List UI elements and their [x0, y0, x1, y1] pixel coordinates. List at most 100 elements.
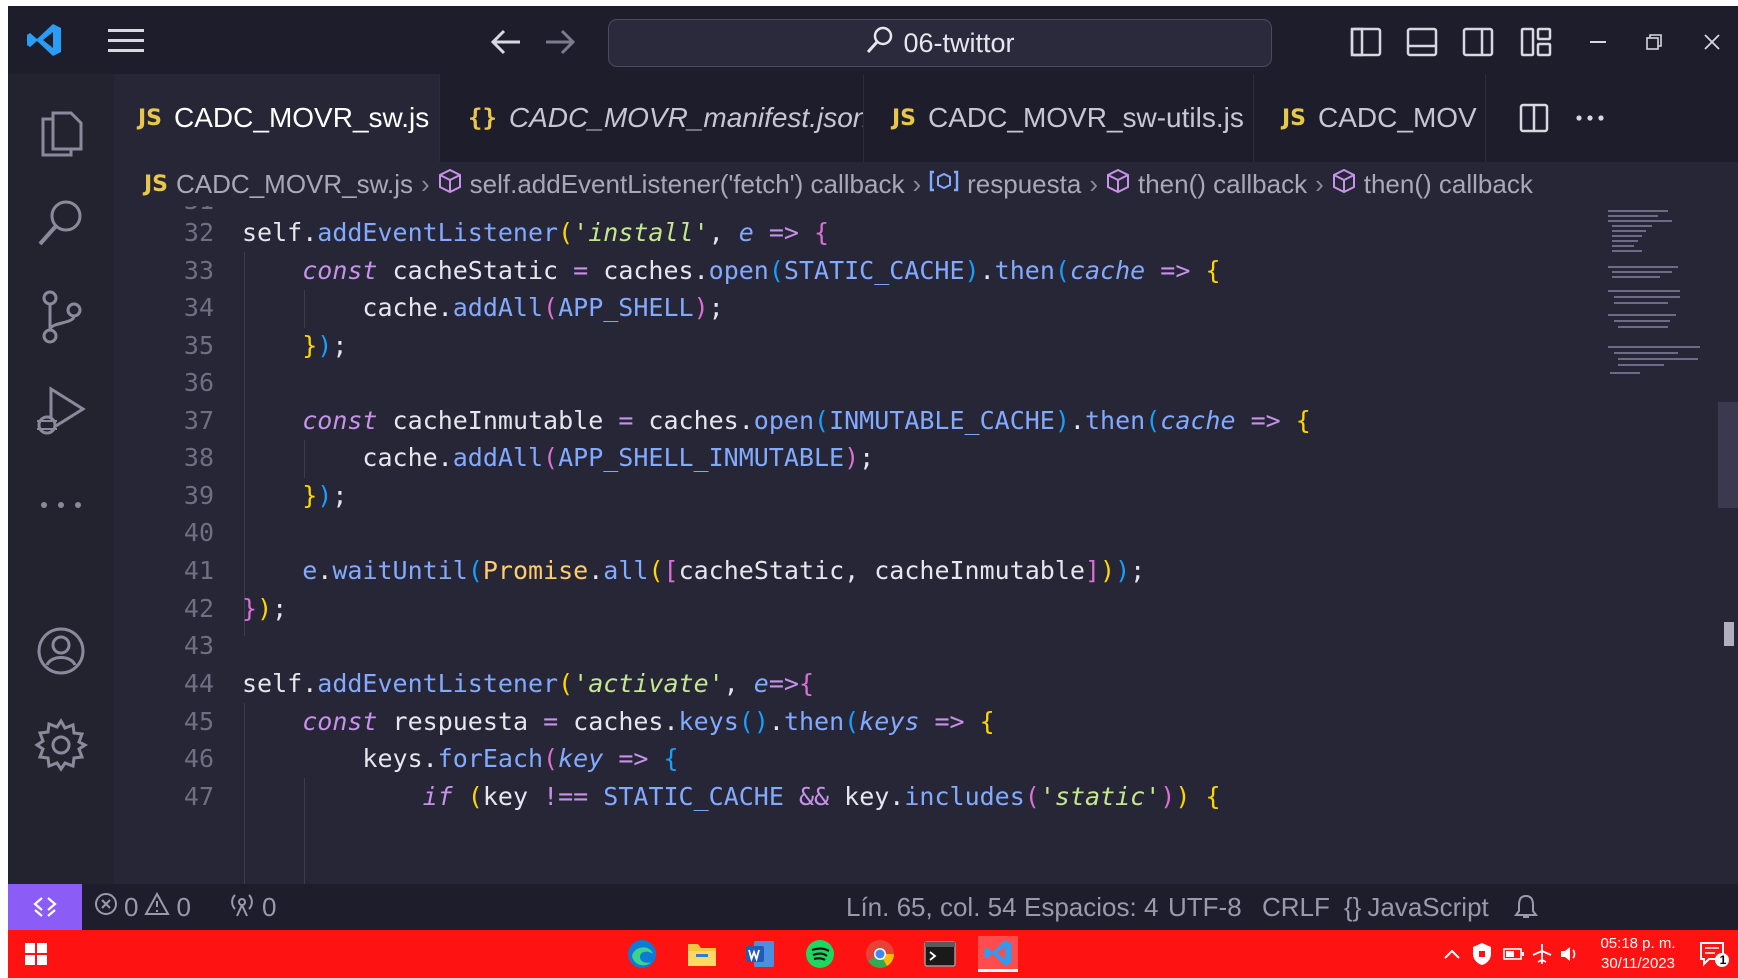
vscode-window: 06-twittor JS CADC_MOVR_sw.js {} CADC_MO…: [8, 6, 1738, 978]
minimize-icon[interactable]: [1580, 24, 1616, 60]
line-ending[interactable]: CRLF: [1262, 884, 1330, 930]
tab-cadc-movr-sw-utils-js[interactable]: JS CADC_MOVR_sw-utils.js: [864, 74, 1254, 162]
vertical-scrollbar[interactable]: [1718, 206, 1738, 884]
tab-cadc-mov-truncated[interactable]: JS CADC_MOV: [1254, 74, 1486, 162]
battery-icon[interactable]: [1502, 942, 1526, 966]
notifications-bell-icon[interactable]: [1514, 884, 1538, 930]
language-mode[interactable]: {} JavaScript: [1344, 884, 1489, 930]
breadcrumb-then-callback-1[interactable]: then() callback: [1106, 168, 1307, 201]
tab-label: CADC_MOVR_sw-utils.js: [928, 102, 1244, 133]
search-text: 06-twittor: [903, 27, 1015, 58]
line-number: 35: [183, 331, 214, 360]
js-file-icon: JS: [144, 171, 169, 197]
error-count: 0: [124, 891, 139, 922]
search-activity-icon[interactable]: [26, 188, 96, 258]
encoding[interactable]: UTF-8: [1168, 884, 1242, 930]
line-number: 47: [183, 782, 214, 811]
spotify-icon[interactable]: [800, 936, 840, 972]
restore-icon[interactable]: [1636, 24, 1672, 60]
search-icon: [865, 25, 895, 62]
tab-cadc-movr-manifest-json[interactable]: {} CADC_MOVR_manifest.json: [440, 74, 864, 162]
edge-browser-icon[interactable]: [622, 936, 662, 972]
code-line-41: e.waitUntil(Promise.all([cacheStatic, ca…: [302, 556, 1146, 585]
problems-indicator[interactable]: 0 0: [94, 884, 191, 930]
tab-cadc-movr-sw-js[interactable]: JS CADC_MOVR_sw.js ✕: [114, 74, 440, 162]
editor-tab-bar: JS CADC_MOVR_sw.js ✕ {} CADC_MOVR_manife…: [114, 74, 1738, 162]
method-cube-icon: [1332, 168, 1356, 201]
security-shield-icon[interactable]: [1470, 942, 1494, 966]
settings-gear-icon[interactable]: [26, 710, 96, 780]
method-cube-icon: [1106, 168, 1130, 201]
command-center-search[interactable]: 06-twittor: [608, 19, 1272, 67]
forward-arrow-icon[interactable]: [542, 26, 578, 58]
file-explorer-icon[interactable]: [682, 936, 722, 972]
menu-hamburger-icon[interactable]: [106, 26, 146, 56]
airplane-mode-icon[interactable]: [1530, 942, 1554, 966]
line-number: 36: [183, 368, 214, 397]
line-number: 45: [183, 707, 214, 736]
more-views-icon[interactable]: [26, 470, 96, 540]
js-file-icon: JS: [892, 105, 917, 131]
tab-label: CADC_MOVR_sw.js: [174, 102, 430, 133]
remote-window-icon[interactable]: [8, 884, 82, 930]
code-line-37: const cacheInmutable = caches.open(INMUT…: [302, 406, 1311, 435]
chevron-right-icon: ›: [420, 168, 430, 199]
line-number: 40: [183, 518, 214, 547]
split-editor-icon[interactable]: [1516, 98, 1552, 138]
volume-icon[interactable]: [1558, 942, 1582, 966]
cursor-position[interactable]: Lín. 65, col. 54: [846, 884, 1017, 930]
error-circle-icon: [94, 892, 118, 923]
windows-start-icon[interactable]: [16, 936, 56, 972]
code-line-42: });: [242, 594, 288, 623]
title-bar: 06-twittor: [8, 6, 1738, 74]
breadcrumb-label: then() callback: [1138, 168, 1308, 199]
more-actions-icon[interactable]: [1568, 98, 1612, 138]
breadcrumb-then-callback-2[interactable]: then() callback: [1332, 168, 1533, 201]
taskbar-clock[interactable]: 05:18 p. m. 30/11/2023: [1588, 934, 1688, 974]
explorer-files-icon[interactable]: [26, 96, 96, 166]
breadcrumb-respuesta[interactable]: respuesta: [929, 169, 1081, 200]
code-line-46: keys.forEach(key => {: [242, 744, 679, 773]
toggle-primary-sidebar-icon[interactable]: [1346, 24, 1386, 60]
ports-indicator[interactable]: 0: [228, 884, 276, 930]
accounts-icon[interactable]: [26, 616, 96, 686]
toggle-secondary-sidebar-icon[interactable]: [1458, 24, 1498, 60]
close-window-icon[interactable]: [1694, 24, 1730, 60]
code-area[interactable]: self.addEventListener('install', e => { …: [242, 206, 1662, 884]
line-number: 46: [183, 744, 214, 773]
code-line-44: self.addEventListener('activate', e=>{: [242, 669, 815, 698]
chrome-icon[interactable]: [860, 936, 900, 972]
line-number: 38: [183, 443, 214, 472]
code-line-35: });: [302, 331, 348, 360]
code-line-39: });: [302, 481, 348, 510]
source-control-icon[interactable]: [26, 282, 96, 352]
breadcrumb: JS CADC_MOVR_sw.js › self.addEventListen…: [114, 162, 1738, 206]
activity-bar: [8, 74, 114, 884]
indentation[interactable]: Espacios: 4: [1024, 884, 1158, 930]
variable-icon: [929, 169, 959, 200]
breadcrumb-fetch-callback[interactable]: self.addEventListener('fetch') callback: [438, 168, 904, 201]
json-file-icon: {}: [468, 104, 497, 132]
vscode-logo-icon: [24, 20, 64, 60]
vscode-taskbar-icon[interactable]: [978, 936, 1018, 972]
minimap[interactable]: [1604, 206, 1714, 406]
toggle-panel-icon[interactable]: [1402, 24, 1442, 60]
breadcrumb-file[interactable]: JS CADC_MOVR_sw.js: [144, 169, 413, 200]
code-line-34: cache.addAll(APP_SHELL);: [242, 293, 724, 322]
broadcast-antenna-icon: [228, 891, 256, 924]
language-label: JavaScript: [1367, 891, 1489, 922]
line-number: 34: [183, 293, 214, 322]
code-editor[interactable]: 31 32 33 34 35 36 37 38 39 40 41 42 43 4…: [114, 206, 1738, 884]
windows-taskbar: 05:18 p. m. 30/11/2023 1: [8, 930, 1738, 978]
chevron-up-icon[interactable]: [1440, 942, 1464, 966]
customize-layout-icon[interactable]: [1516, 24, 1556, 60]
chevron-right-icon: ›: [1315, 168, 1324, 199]
code-line-32: self.addEventListener('install', e => {: [242, 218, 830, 247]
word-icon[interactable]: [740, 936, 780, 972]
warning-triangle-icon: [144, 891, 171, 923]
line-number: 41: [183, 556, 214, 585]
terminal-icon[interactable]: [920, 936, 960, 972]
back-arrow-icon[interactable]: [488, 26, 524, 58]
code-line-45: const respuesta = caches.keys().then(key…: [302, 707, 995, 736]
run-debug-icon[interactable]: [26, 376, 96, 446]
